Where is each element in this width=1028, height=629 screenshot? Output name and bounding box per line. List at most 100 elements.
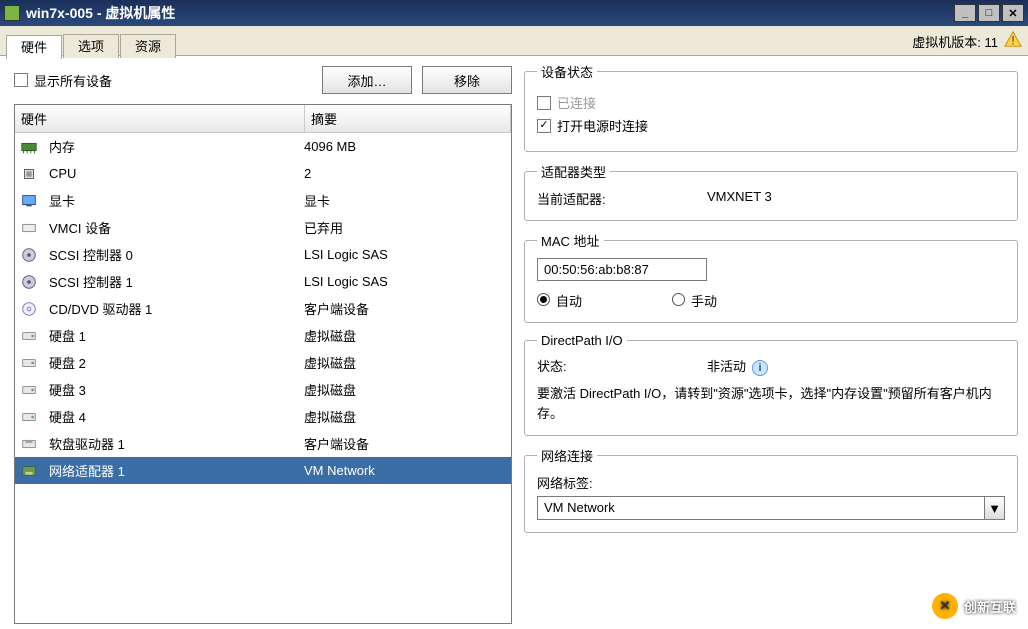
- app-icon: [4, 5, 20, 21]
- tab-0[interactable]: 硬件: [6, 35, 62, 59]
- hardware-row-summary: 虚拟磁盘: [304, 380, 507, 399]
- hardware-row-label: CPU: [49, 166, 304, 181]
- cpu-icon: [19, 164, 39, 184]
- titlebar: win7x-005 - 虚拟机属性 _ □ ✕: [0, 0, 1028, 26]
- hardware-row-summary: 显卡: [304, 191, 507, 210]
- hardware-row-summary: 客户端设备: [304, 434, 507, 453]
- floppy-icon: [19, 434, 39, 454]
- disk-icon: [19, 380, 39, 400]
- info-icon[interactable]: i: [752, 360, 768, 376]
- adapter-type-value: VMXNET 3: [707, 189, 1005, 208]
- hardware-row-summary: 虚拟磁盘: [304, 407, 507, 426]
- connected-label: 已连接: [557, 93, 596, 112]
- maximize-button[interactable]: □: [978, 4, 1000, 22]
- hardware-row-label: 硬盘 3: [49, 380, 304, 399]
- adapter-type-group: 适配器类型 当前适配器: VMXNET 3: [524, 162, 1018, 221]
- device-status-group: 设备状态 已连接 打开电源时连接: [524, 62, 1018, 152]
- directpath-legend: DirectPath I/O: [537, 333, 627, 348]
- watermark: ✕ 创新互联: [932, 593, 1016, 619]
- hardware-row[interactable]: 硬盘 1虚拟磁盘: [15, 322, 511, 349]
- directpath-status-key: 状态:: [537, 356, 707, 376]
- mac-manual-option[interactable]: 手动: [672, 291, 717, 310]
- scsi-icon: [19, 245, 39, 265]
- close-button[interactable]: ✕: [1002, 4, 1024, 22]
- hardware-row-summary: 2: [304, 166, 507, 181]
- disk-icon: [19, 407, 39, 427]
- connected-checkbox: [537, 96, 551, 110]
- hardware-row-summary: 4096 MB: [304, 139, 507, 154]
- hardware-row-label: 网络适配器 1: [49, 461, 304, 480]
- chevron-down-icon: ▼: [984, 497, 1004, 519]
- network-label-combo[interactable]: VM Network ▼: [537, 496, 1005, 520]
- hardware-row[interactable]: VMCI 设备已弃用: [15, 214, 511, 241]
- add-button[interactable]: 添加…: [322, 66, 412, 94]
- mac-address-legend: MAC 地址: [537, 231, 604, 250]
- hardware-row[interactable]: 网络适配器 1VM Network: [15, 457, 511, 484]
- warning-icon: !: [1004, 30, 1022, 48]
- hardware-table-header: 硬件 摘要: [15, 105, 511, 133]
- watermark-logo-icon: ✕: [932, 593, 958, 619]
- radio-icon: [672, 293, 685, 306]
- nic-icon: [19, 461, 39, 481]
- adapter-type-legend: 适配器类型: [537, 162, 610, 181]
- tab-bar: 硬件选项资源 虚拟机版本: 11 !: [0, 26, 1028, 56]
- minimize-button[interactable]: _: [954, 4, 976, 22]
- hardware-row[interactable]: 硬盘 4虚拟磁盘: [15, 403, 511, 430]
- hardware-row-summary: 客户端设备: [304, 299, 507, 318]
- mac-auto-option[interactable]: 自动: [537, 291, 582, 310]
- hardware-row-summary: VM Network: [304, 463, 507, 478]
- hardware-row-summary: 已弃用: [304, 218, 507, 237]
- hardware-row-label: 硬盘 2: [49, 353, 304, 372]
- hardware-row[interactable]: SCSI 控制器 0LSI Logic SAS: [15, 241, 511, 268]
- connect-at-poweron-label: 打开电源时连接: [557, 116, 648, 135]
- network-label-value: VM Network: [538, 497, 984, 519]
- network-connection-legend: 网络连接: [537, 446, 597, 465]
- connect-at-poweron-checkbox[interactable]: [537, 119, 551, 133]
- hardware-row-label: SCSI 控制器 1: [49, 272, 304, 291]
- hardware-row[interactable]: CD/DVD 驱动器 1客户端设备: [15, 295, 511, 322]
- show-all-devices-checkbox[interactable]: [14, 73, 28, 87]
- hardware-table: 硬件 摘要 内存4096 MBCPU2显卡显卡VMCI 设备已弃用SCSI 控制…: [14, 104, 512, 624]
- tab-1[interactable]: 选项: [63, 34, 119, 58]
- hardware-row[interactable]: 软盘驱动器 1客户端设备: [15, 430, 511, 457]
- hardware-row-summary: 虚拟磁盘: [304, 353, 507, 372]
- hardware-row[interactable]: 硬盘 3虚拟磁盘: [15, 376, 511, 403]
- right-pane: 设备状态 已连接 打开电源时连接 适配器类型 当前适配器: VMXNET 3 M…: [520, 56, 1028, 629]
- hardware-row-summary: 虚拟磁盘: [304, 326, 507, 345]
- network-connection-group: 网络连接 网络标签: VM Network ▼: [524, 446, 1018, 533]
- directpath-hint: 要激活 DirectPath I/O，请转到"资源"选项卡，选择"内存设置"预留…: [537, 384, 1005, 423]
- directpath-group: DirectPath I/O 状态: 非活动i 要激活 DirectPath I…: [524, 333, 1018, 436]
- disk-icon: [19, 326, 39, 346]
- col-summary[interactable]: 摘要: [305, 105, 511, 132]
- hardware-row[interactable]: 内存4096 MB: [15, 133, 511, 160]
- tab-2[interactable]: 资源: [120, 34, 176, 58]
- memory-icon: [19, 137, 39, 157]
- col-hardware[interactable]: 硬件: [15, 105, 305, 132]
- hardware-row-label: VMCI 设备: [49, 218, 304, 237]
- disk-icon: [19, 353, 39, 373]
- window-title: win7x-005 - 虚拟机属性: [26, 3, 952, 23]
- vmci-icon: [19, 218, 39, 238]
- hardware-row-summary: LSI Logic SAS: [304, 247, 507, 262]
- hardware-row-summary: LSI Logic SAS: [304, 274, 507, 289]
- hardware-row-label: 硬盘 1: [49, 326, 304, 345]
- hardware-row[interactable]: CPU2: [15, 160, 511, 187]
- left-pane: 显示所有设备 添加… 移除 硬件 摘要 内存4096 MBCPU2显卡显卡VMC…: [0, 56, 520, 629]
- device-status-legend: 设备状态: [537, 62, 597, 81]
- hardware-row-label: SCSI 控制器 0: [49, 245, 304, 264]
- adapter-type-key: 当前适配器:: [537, 189, 707, 208]
- remove-button[interactable]: 移除: [422, 66, 512, 94]
- directpath-status-value: 非活动i: [707, 356, 1005, 376]
- network-label-key: 网络标签:: [537, 473, 1005, 492]
- vm-version-label: 虚拟机版本: 11: [912, 32, 998, 51]
- hardware-row[interactable]: 显卡显卡: [15, 187, 511, 214]
- video-icon: [19, 191, 39, 211]
- hardware-row[interactable]: 硬盘 2虚拟磁盘: [15, 349, 511, 376]
- show-all-devices-label: 显示所有设备: [34, 71, 112, 90]
- mac-address-input[interactable]: [537, 258, 707, 281]
- watermark-text: 创新互联: [964, 597, 1016, 616]
- hardware-row-label: 软盘驱动器 1: [49, 434, 304, 453]
- hardware-row[interactable]: SCSI 控制器 1LSI Logic SAS: [15, 268, 511, 295]
- hardware-row-label: 显卡: [49, 191, 304, 210]
- mac-address-group: MAC 地址 自动 手动: [524, 231, 1018, 323]
